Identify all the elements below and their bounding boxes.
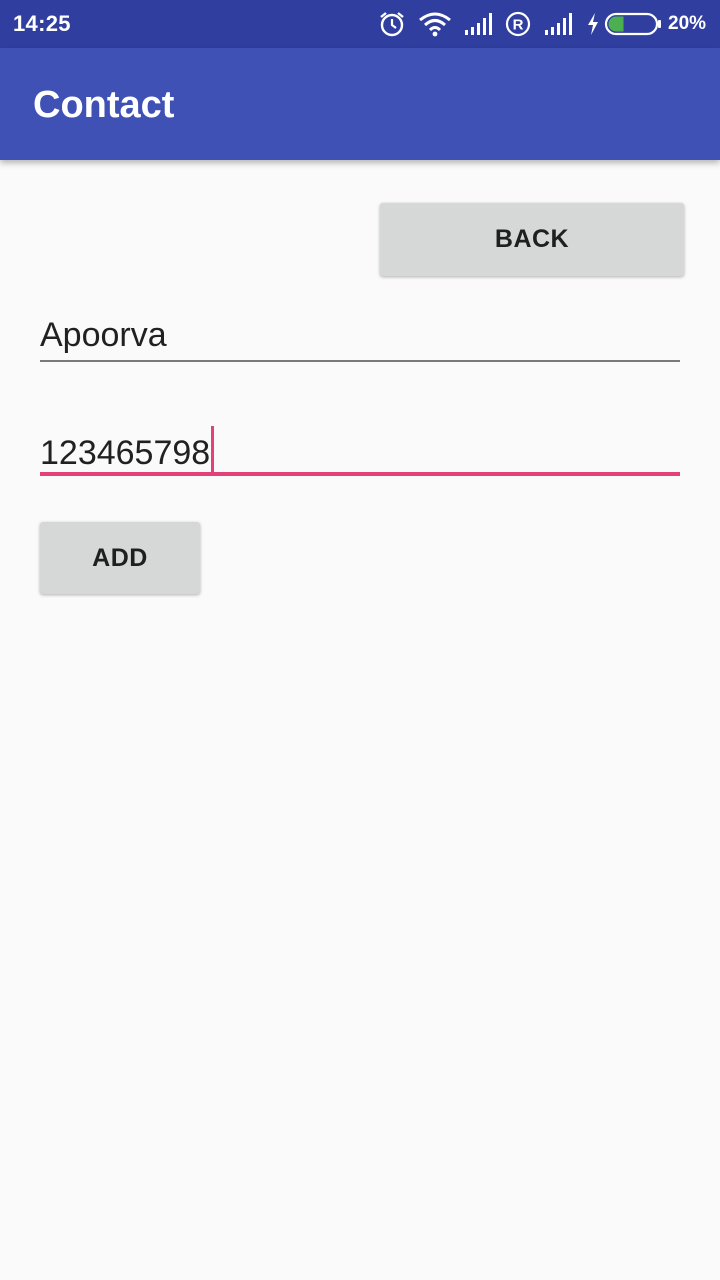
page-title: Contact <box>33 84 175 126</box>
signal-icon <box>544 0 574 48</box>
name-field[interactable]: Apoorva <box>40 310 680 362</box>
phone-field-wrapper: 123465798 <box>40 426 215 474</box>
back-button[interactable]: BACK <box>380 203 684 276</box>
battery-icon <box>604 0 662 48</box>
charging-icon <box>586 0 600 48</box>
alarm-icon <box>378 0 406 48</box>
svg-text:R: R <box>513 17 524 34</box>
status-bar: 14:25 R 20% <box>0 0 720 48</box>
status-icons: R 20% <box>0 0 720 48</box>
battery-percent: 20% <box>668 13 707 34</box>
roaming-icon: R <box>504 0 532 48</box>
app-bar: Contact <box>0 48 720 160</box>
name-field-value: Apoorva <box>40 316 167 354</box>
wifi-icon <box>418 0 452 48</box>
phone-field-value: 123465798 <box>40 434 211 472</box>
phone-field[interactable]: 123465798 <box>40 418 680 476</box>
add-button[interactable]: ADD <box>40 522 200 594</box>
text-cursor <box>211 426 215 474</box>
signal-icon <box>464 0 494 48</box>
